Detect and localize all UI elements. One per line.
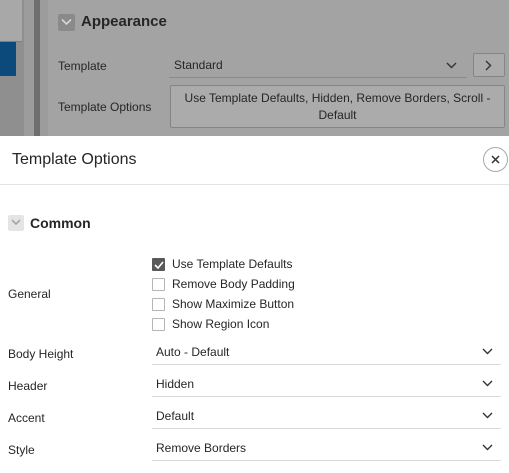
- header-select[interactable]: Hidden: [152, 373, 501, 397]
- common-section-title: Common: [30, 215, 91, 231]
- chevron-down-icon: [482, 348, 493, 355]
- chevron-down-icon: [482, 412, 493, 419]
- selected-node-highlight: [0, 42, 16, 76]
- background-overlay: Appearance Template Standard Template Op…: [0, 0, 509, 140]
- chevron-down-icon: [482, 444, 493, 451]
- checkbox-label[interactable]: Use Template Defaults: [172, 257, 293, 271]
- template-go-button: [473, 53, 505, 77]
- body-height-select[interactable]: Auto - Default: [152, 341, 501, 365]
- select-value: Default: [156, 409, 195, 423]
- accent-label: Accent: [8, 411, 45, 425]
- collapse-chevron-icon[interactable]: [8, 215, 24, 231]
- body-height-label: Body Height: [8, 347, 74, 361]
- select-value: Hidden: [156, 377, 195, 391]
- template-options-label: Template Options: [58, 100, 152, 114]
- checkbox-label[interactable]: Show Region Icon: [172, 317, 269, 331]
- template-select-value: Standard: [174, 58, 223, 72]
- property-editor: Appearance Template Standard Template Op…: [48, 0, 509, 140]
- chevron-right-icon: [485, 60, 492, 71]
- checkbox-label[interactable]: Show Maximize Button: [172, 297, 294, 311]
- left-pane-card: [0, 0, 22, 42]
- select-value: Auto - Default: [156, 345, 230, 359]
- checkbox-unchecked[interactable]: [152, 298, 165, 311]
- checkbox-checked[interactable]: [152, 258, 165, 271]
- template-options-button: Use Template Defaults, Hidden, Remove Bo…: [170, 85, 505, 128]
- dialog-header: Template Options: [0, 136, 509, 185]
- chevron-down-icon: [482, 380, 493, 387]
- general-label: General: [8, 287, 51, 301]
- template-select: Standard: [169, 53, 467, 78]
- checkmark-icon: [154, 261, 164, 269]
- checkbox-unchecked[interactable]: [152, 318, 165, 331]
- style-select[interactable]: Remove Borders: [152, 437, 501, 461]
- close-icon: [491, 155, 500, 164]
- appearance-section-header: Appearance: [48, 0, 509, 44]
- collapse-chevron-icon: [58, 14, 75, 31]
- pane-splitter: [34, 0, 40, 140]
- chevron-down-icon: [446, 62, 457, 69]
- checkbox-unchecked[interactable]: [152, 278, 165, 291]
- style-label: Style: [8, 443, 35, 457]
- header-label: Header: [8, 379, 48, 393]
- left-pane: [0, 0, 24, 140]
- checkbox-label[interactable]: Remove Body Padding: [172, 277, 295, 291]
- select-value: Remove Borders: [156, 441, 247, 455]
- appearance-title: Appearance: [81, 13, 167, 30]
- template-label: Template: [58, 59, 107, 73]
- template-options-dialog: Template Options Common General Use Temp…: [0, 136, 509, 473]
- dialog-title: Template Options: [12, 151, 137, 168]
- accent-select[interactable]: Default: [152, 405, 501, 429]
- close-button[interactable]: [483, 147, 508, 172]
